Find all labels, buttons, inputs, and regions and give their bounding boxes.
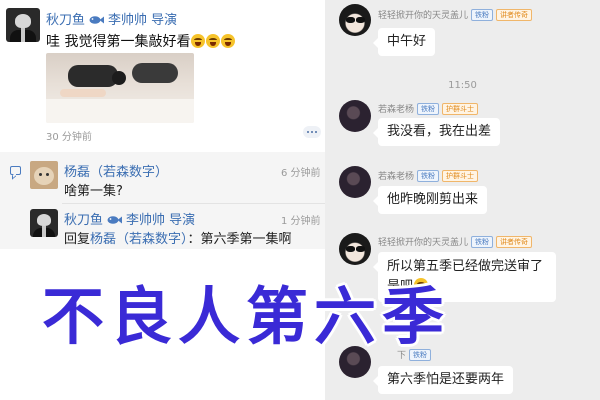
title-badge: 护群斗士: [442, 169, 479, 182]
more-options-button[interactable]: [303, 126, 321, 138]
overlay-title: 不良人第六季: [42, 280, 451, 353]
reply-prefix: 回复: [64, 232, 91, 247]
reply-author[interactable]: 杨磊（若森数字）: [64, 161, 168, 180]
chat-bubble[interactable]: 第六季怕是还要两年: [372, 366, 514, 394]
post-time: 30 分钟前: [46, 132, 92, 143]
chat-sender-line: 若森老杨 铁粉 护群斗士: [378, 169, 479, 182]
chat-sender-line: 轻轻掀开你的天灵盖儿 铁粉 讲者传奇: [378, 8, 533, 21]
title-badge: 护群斗士: [442, 102, 479, 115]
reply-body: ：第六季第一集啊: [187, 232, 292, 247]
chat-sender[interactable]: 若森老杨: [378, 172, 414, 182]
reply-text: 啥第一集?: [64, 184, 123, 199]
reply-time: 6 分钟前: [281, 168, 321, 179]
fan-badge: 铁粉: [471, 8, 494, 21]
reply-avatar-author[interactable]: [30, 209, 58, 237]
fan-badge: 铁粉: [471, 235, 494, 248]
chat-bubble[interactable]: 我没看，我在出差: [372, 118, 501, 146]
post-text: 哇 我觉得第一集敲好看: [46, 34, 191, 50]
title-badge: 讲者传奇: [496, 235, 533, 248]
post-photo[interactable]: [46, 53, 194, 123]
laughing-emoji-icon: [221, 34, 236, 48]
reply-author-name[interactable]: 秋刀鱼: [64, 213, 103, 228]
chat-sender-line: 若森老杨 铁粉 护群斗士: [378, 102, 479, 115]
fan-badge: 铁粉: [417, 102, 440, 115]
chat-bubble[interactable]: 他昨晚刚剪出来: [372, 186, 488, 214]
reply-author-tags[interactable]: 李帅帅 导演: [126, 213, 195, 228]
chat-sender[interactable]: 轻轻掀开你的天灵盖儿: [378, 11, 468, 21]
reply-divider: [62, 203, 325, 204]
chat-sender-line: 轻轻掀开你的天灵盖儿 铁粉 讲者传奇: [378, 235, 533, 248]
chat-avatar[interactable]: [339, 233, 371, 265]
fan-badge: 铁粉: [417, 169, 440, 182]
post-author-line: 秋刀鱼 李帅帅 导演: [46, 9, 177, 28]
chat-sender[interactable]: 若森老杨: [378, 105, 414, 115]
author-avatar[interactable]: [6, 8, 40, 42]
fish-icon: [107, 215, 123, 225]
reply-mention[interactable]: 杨磊（若森数字）: [90, 232, 188, 247]
post-author-tags[interactable]: 李帅帅 导演: [108, 13, 177, 28]
fish-icon: [89, 15, 105, 25]
chat-bubble[interactable]: 中午好: [372, 28, 436, 56]
reply-time: 1 分钟前: [281, 216, 321, 227]
title-badge: 讲者传奇: [496, 8, 533, 21]
laughing-emoji-icon: [191, 34, 206, 48]
post-text-line: 哇 我觉得第一集敲好看: [46, 31, 236, 51]
chat-time-divider: 11:50: [448, 80, 477, 91]
reply-icon: [10, 166, 21, 175]
chat-sender[interactable]: 轻轻掀开你的天灵盖儿: [378, 238, 468, 248]
laughing-emoji-icon: [206, 34, 221, 48]
post-author-name[interactable]: 秋刀鱼: [46, 13, 85, 28]
chat-avatar[interactable]: [339, 4, 371, 36]
reply-text-line: 回复杨磊（若森数字）：第六季第一集啊: [64, 228, 292, 247]
reply-author-line: 秋刀鱼 李帅帅 导演: [64, 209, 195, 228]
chat-avatar[interactable]: [339, 100, 371, 132]
chat-avatar[interactable]: [339, 166, 371, 198]
reply-avatar-cat[interactable]: [30, 161, 58, 189]
